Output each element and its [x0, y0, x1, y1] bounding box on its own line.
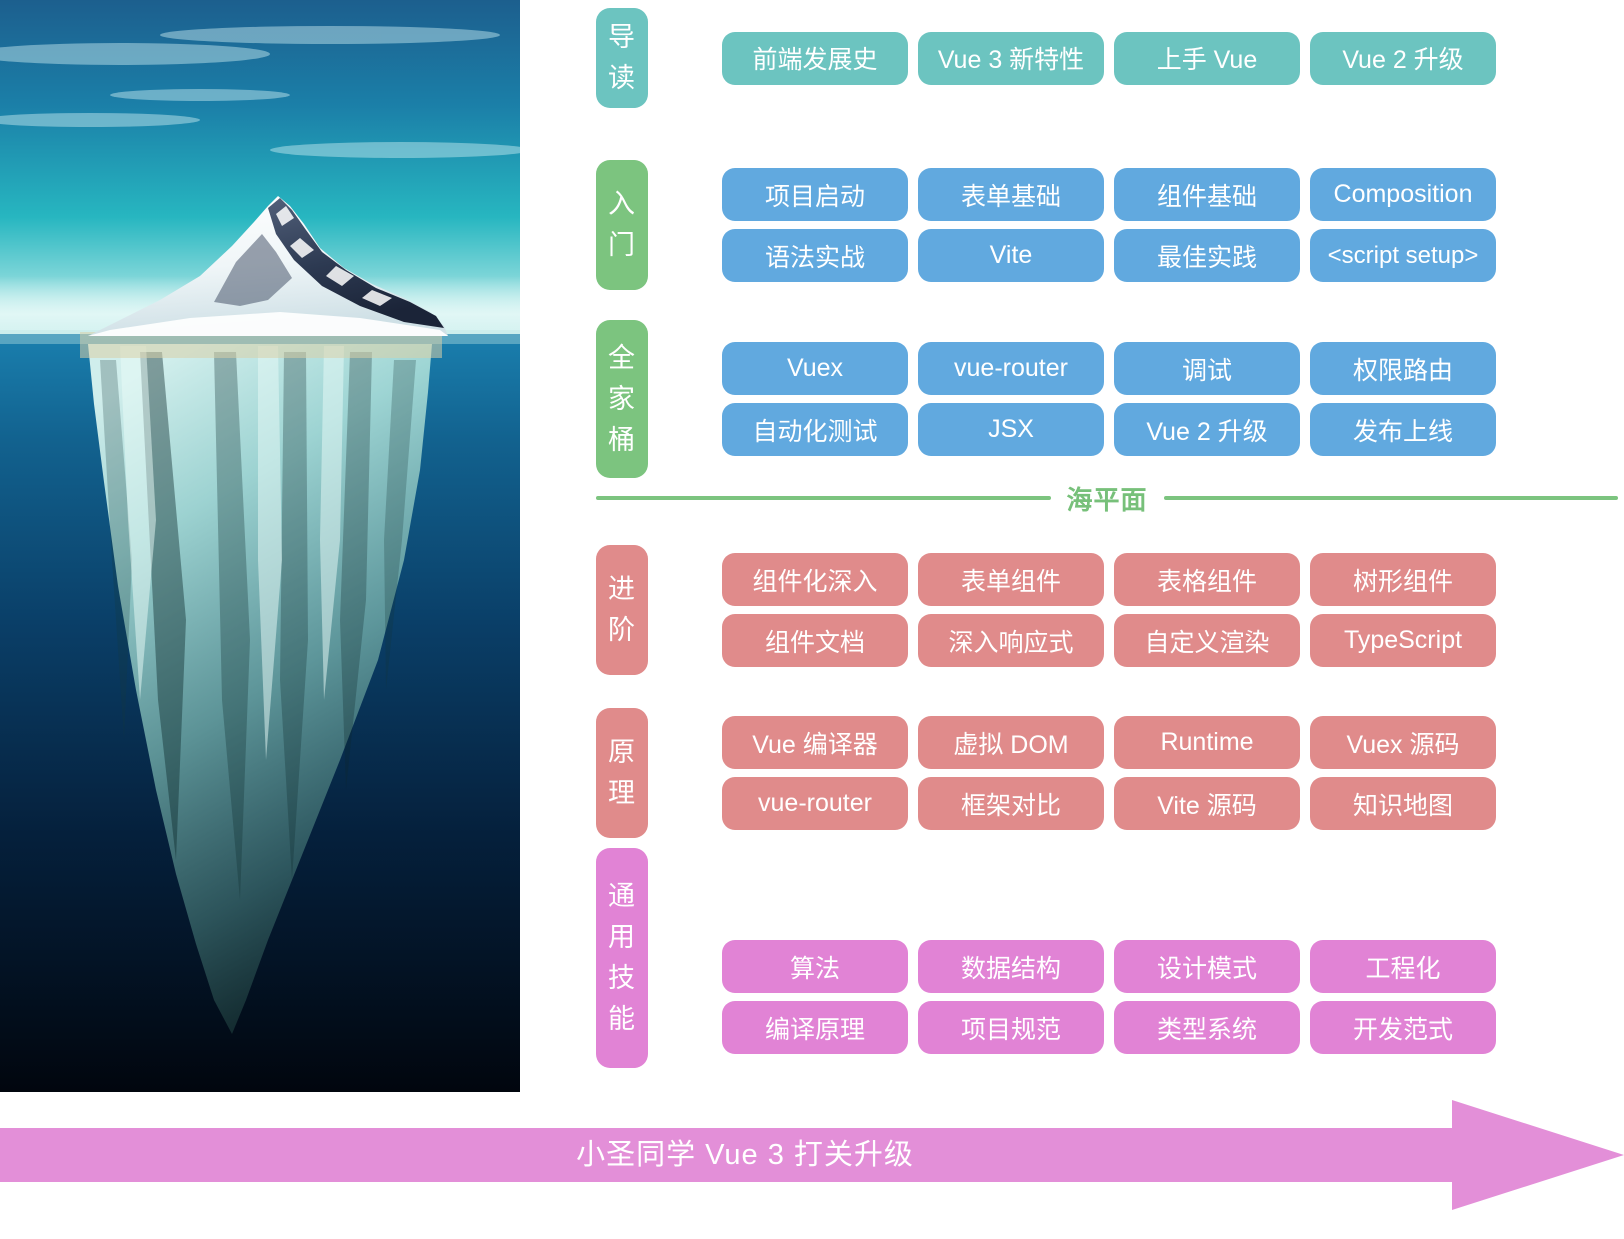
topic-chip[interactable]: JSX [918, 403, 1104, 456]
topic-chip[interactable]: 知识地图 [1310, 777, 1496, 830]
topic-chip[interactable]: vue-router [722, 777, 908, 830]
topic-chip[interactable]: 调试 [1114, 342, 1300, 395]
category-char: 原 [608, 737, 636, 767]
category-char: 进 [608, 574, 636, 604]
topic-chip[interactable]: TypeScript [1310, 614, 1496, 667]
category-char: 桶 [608, 424, 636, 455]
chip-row: Vuex vue-router 调试 权限路由 [722, 342, 1496, 395]
topic-chip[interactable]: Vue 2 升级 [1310, 31, 1496, 85]
topic-chip[interactable]: Vue 2 升级 [1114, 403, 1300, 456]
topic-chip[interactable]: 工程化 [1310, 940, 1496, 993]
category-char: 理 [608, 778, 636, 808]
chip-grid-full-stack: Vuex vue-router 调试 权限路由 自动化测试 JSX Vue 2 … [722, 342, 1496, 456]
topic-chip[interactable]: 自定义渲染 [1114, 614, 1300, 667]
section-guide: 导 读 前端发展史 Vue 3 新特性 上手 Vue Vue 2 升级 [596, 8, 1496, 108]
topic-chip[interactable]: 数据结构 [918, 940, 1104, 993]
topic-chip[interactable]: 前端发展史 [722, 31, 908, 85]
topic-chip[interactable]: Vite 源码 [1114, 777, 1300, 830]
topic-chip[interactable]: 设计模式 [1114, 940, 1300, 993]
category-char: 门 [608, 230, 636, 260]
iceberg-svg [0, 0, 520, 1092]
topic-chip[interactable]: 语法实战 [722, 229, 908, 282]
chip-grid-general-skills: 算法 数据结构 设计模式 工程化 编译原理 项目规范 类型系统 开发范式 [722, 940, 1496, 1054]
section-principles: 原 理 Vue 编译器 虚拟 DOM Runtime Vuex 源码 vue-r… [596, 708, 1496, 838]
category-char: 入 [608, 189, 636, 219]
topic-chip[interactable]: 发布上线 [1310, 403, 1496, 456]
topic-chip[interactable]: <script setup> [1310, 229, 1496, 282]
chip-row: 语法实战 Vite 最佳实践 <script setup> [722, 229, 1496, 282]
section-getting-started: 入 门 项目启动 表单基础 组件基础 Composition 语法实战 Vite… [596, 160, 1496, 290]
section-full-stack: 全 家 桶 Vuex vue-router 调试 权限路由 自动化测试 JSX … [596, 320, 1496, 478]
topic-chip[interactable]: 深入响应式 [918, 614, 1104, 667]
category-pill-advanced[interactable]: 进 阶 [596, 545, 648, 675]
topic-chip[interactable]: 项目启动 [722, 168, 908, 221]
topic-chip[interactable]: 表单组件 [918, 553, 1104, 606]
category-char: 全 [608, 342, 636, 373]
topic-chip[interactable]: 类型系统 [1114, 1001, 1300, 1054]
sea-level-rule-left [596, 496, 1051, 500]
topic-chip[interactable]: 框架对比 [918, 777, 1104, 830]
topic-chip[interactable]: 组件基础 [1114, 168, 1300, 221]
topic-chip[interactable]: 组件化深入 [722, 553, 908, 606]
category-char: 能 [608, 1004, 636, 1034]
chip-row: 组件化深入 表单组件 表格组件 树形组件 [722, 553, 1496, 606]
category-pill-general-skills[interactable]: 通 用 技 能 [596, 848, 648, 1068]
section-general-skills: 通 用 技 能 算法 数据结构 设计模式 工程化 编译原理 项目规范 类型系统 … [596, 848, 1496, 1068]
topic-chip[interactable]: Vuex [722, 342, 908, 395]
topic-chip[interactable]: 树形组件 [1310, 553, 1496, 606]
category-char: 阶 [608, 615, 636, 645]
chip-grid-principles: Vue 编译器 虚拟 DOM Runtime Vuex 源码 vue-route… [722, 716, 1496, 830]
category-pill-full-stack[interactable]: 全 家 桶 [596, 320, 648, 478]
topic-chip[interactable]: Vue 编译器 [722, 716, 908, 769]
chip-row: 组件文档 深入响应式 自定义渲染 TypeScript [722, 614, 1496, 667]
category-pill-guide[interactable]: 导 读 [596, 8, 648, 108]
topic-chip[interactable]: Runtime [1114, 716, 1300, 769]
chip-grid-advanced: 组件化深入 表单组件 表格组件 树形组件 组件文档 深入响应式 自定义渲染 Ty… [722, 553, 1496, 667]
category-char: 用 [608, 922, 636, 952]
roadmap-panel: 导 读 前端发展史 Vue 3 新特性 上手 Vue Vue 2 升级 入 门 … [596, 0, 1619, 1092]
topic-chip[interactable]: 表单基础 [918, 168, 1104, 221]
topic-chip[interactable]: 虚拟 DOM [918, 716, 1104, 769]
category-char: 读 [608, 63, 636, 93]
topic-chip[interactable]: 权限路由 [1310, 342, 1496, 395]
chip-row: vue-router 框架对比 Vite 源码 知识地图 [722, 777, 1496, 830]
topic-chip[interactable]: Vuex 源码 [1310, 716, 1496, 769]
category-char: 家 [608, 383, 636, 414]
topic-chip[interactable]: 自动化测试 [722, 403, 908, 456]
topic-chip[interactable]: 表格组件 [1114, 553, 1300, 606]
topic-chip[interactable]: 上手 Vue [1114, 31, 1300, 85]
chip-row: 前端发展史 Vue 3 新特性 上手 Vue Vue 2 升级 [722, 31, 1496, 85]
topic-chip[interactable]: 最佳实践 [1114, 229, 1300, 282]
chip-row: 自动化测试 JSX Vue 2 升级 发布上线 [722, 403, 1496, 456]
topic-chip[interactable]: 项目规范 [918, 1001, 1104, 1054]
topic-chip[interactable]: vue-router [918, 342, 1104, 395]
category-char: 通 [608, 881, 636, 911]
sea-level-label: 海平面 [1066, 484, 1148, 515]
chip-row: 编译原理 项目规范 类型系统 开发范式 [722, 1001, 1496, 1054]
chip-row: 项目启动 表单基础 组件基础 Composition [722, 168, 1496, 221]
topic-chip[interactable]: Vite [918, 229, 1104, 282]
topic-chip[interactable]: Vue 3 新特性 [918, 31, 1104, 85]
chip-grid-getting-started: 项目启动 表单基础 组件基础 Composition 语法实战 Vite 最佳实… [722, 168, 1496, 282]
topic-chip[interactable]: 组件文档 [722, 614, 908, 667]
progress-arrow-banner [0, 1100, 1624, 1210]
topic-chip[interactable]: 编译原理 [722, 1001, 908, 1054]
topic-chip[interactable]: Composition [1310, 168, 1496, 221]
chip-row: Vue 编译器 虚拟 DOM Runtime Vuex 源码 [722, 716, 1496, 769]
sea-level-rule-right [1163, 496, 1619, 500]
category-pill-getting-started[interactable]: 入 门 [596, 160, 648, 290]
category-char: 技 [608, 963, 636, 993]
topic-chip[interactable]: 算法 [722, 940, 908, 993]
section-advanced: 进 阶 组件化深入 表单组件 表格组件 树形组件 组件文档 深入响应式 自定义渲… [596, 545, 1496, 675]
chip-row: 算法 数据结构 设计模式 工程化 [722, 940, 1496, 993]
category-char: 导 [608, 22, 636, 52]
iceberg-illustration [0, 0, 520, 1092]
category-pill-principles[interactable]: 原 理 [596, 708, 648, 838]
arrow-shape [0, 1100, 1624, 1210]
topic-chip[interactable]: 开发范式 [1310, 1001, 1496, 1054]
chip-grid-guide: 前端发展史 Vue 3 新特性 上手 Vue Vue 2 升级 [722, 31, 1496, 85]
sea-level-divider: 海平面 [596, 478, 1619, 518]
